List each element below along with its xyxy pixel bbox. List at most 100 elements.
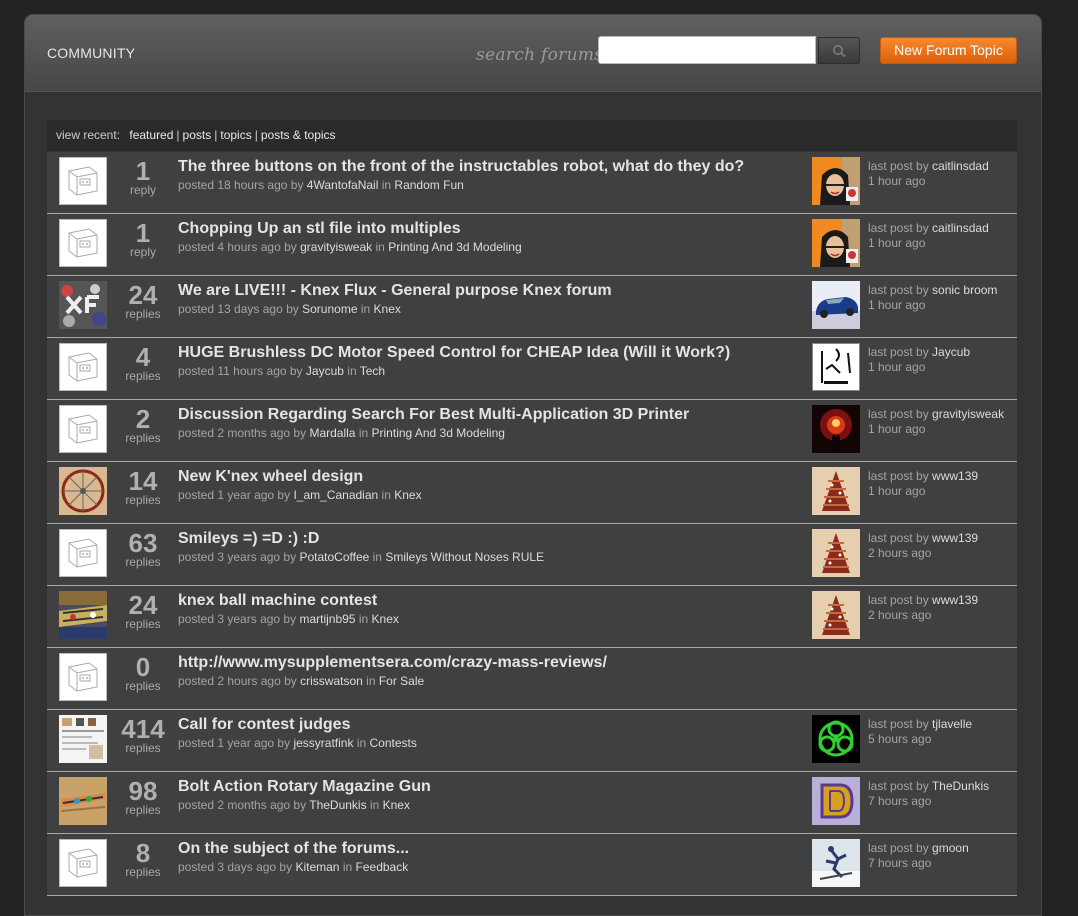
- topic-thumbnail[interactable]: [59, 777, 107, 825]
- ago-by-word: ago by: [266, 364, 303, 378]
- topic-thumbnail[interactable]: [59, 343, 107, 391]
- last-poster-avatar[interactable]: [812, 777, 860, 825]
- last-post-time: 1 hour ago: [868, 174, 926, 188]
- last-poster-avatar[interactable]: [812, 219, 860, 267]
- last-poster-link[interactable]: www139: [932, 593, 978, 607]
- topic-title-link[interactable]: On the subject of the forums...: [178, 840, 409, 858]
- last-poster-avatar[interactable]: [812, 839, 860, 887]
- category-link[interactable]: For Sale: [379, 674, 424, 688]
- author-link[interactable]: crisswatson: [300, 674, 363, 688]
- last-poster-avatar[interactable]: [812, 591, 860, 639]
- topic-thumbnail[interactable]: [59, 715, 107, 763]
- author-link[interactable]: Sorunome: [302, 302, 357, 316]
- author-link[interactable]: PotatoCoffee: [299, 550, 369, 564]
- last-post-by-label: last post by: [868, 159, 929, 173]
- last-post-info: last post by www139 2 hours ago: [868, 531, 978, 561]
- topic-thumbnail[interactable]: [59, 839, 107, 887]
- in-word: in: [375, 240, 385, 254]
- last-poster-link[interactable]: tjlavelle: [932, 717, 972, 731]
- last-poster-link[interactable]: Jaycub: [932, 345, 970, 359]
- topic-title-link[interactable]: The three buttons on the front of the in…: [178, 158, 744, 176]
- category-link[interactable]: Printing And 3d Modeling: [372, 426, 505, 440]
- ago-by-word: ago by: [256, 860, 293, 874]
- reply-count-unit: reply: [129, 183, 156, 197]
- last-post-by-label: last post by: [868, 531, 929, 545]
- filter-posts-and-topics[interactable]: posts & topics: [261, 128, 336, 142]
- author-link[interactable]: Kiteman: [295, 860, 339, 874]
- topic-rows: 1 reply The three buttons on the front o…: [47, 152, 1017, 896]
- topic-title-link[interactable]: Call for contest judges: [178, 716, 350, 734]
- topic-meta: posted 13 days ago by Sorunome in Knex: [178, 302, 401, 316]
- topic-title-link[interactable]: Discussion Regarding Search For Best Mul…: [178, 406, 689, 424]
- last-poster-avatar[interactable]: [812, 715, 860, 763]
- topic-title-link[interactable]: We are LIVE!!! - Knex Flux - General pur…: [178, 282, 612, 300]
- topic-title-link[interactable]: http://www.mysupplementsera.com/crazy-ma…: [178, 654, 607, 672]
- category-link[interactable]: Random Fun: [394, 178, 463, 192]
- reply-count-unit: replies: [125, 307, 161, 321]
- author-link[interactable]: I_am_Canadian: [293, 488, 378, 502]
- ago-by-word: ago by: [260, 674, 297, 688]
- topic-row: 414 replies Call for contest judges post…: [47, 710, 1017, 772]
- filter-topics[interactable]: topics: [220, 128, 251, 142]
- category-link[interactable]: Printing And 3d Modeling: [388, 240, 521, 254]
- last-poster-link[interactable]: sonic broom: [932, 283, 997, 297]
- new-forum-topic-button[interactable]: New Forum Topic: [880, 37, 1017, 64]
- reply-count-unit: replies: [125, 369, 161, 383]
- topic-thumbnail[interactable]: [59, 157, 107, 205]
- posted-word: posted: [178, 364, 215, 378]
- view-recent-bar: view recent: featured | posts | topics | posts…: [47, 120, 1017, 151]
- topic-thumbnail[interactable]: [59, 405, 107, 453]
- topic-thumbnail[interactable]: [59, 467, 107, 515]
- last-poster-avatar[interactable]: [812, 281, 860, 329]
- topic-thumbnail[interactable]: [59, 653, 107, 701]
- last-poster-avatar[interactable]: [812, 529, 860, 577]
- community-title[interactable]: COMMUNITY: [47, 45, 135, 61]
- author-link[interactable]: Jaycub: [306, 364, 344, 378]
- author-link[interactable]: 4WantofaNail: [307, 178, 379, 192]
- last-post-info: last post by www139 2 hours ago: [868, 593, 978, 623]
- last-poster-avatar[interactable]: [812, 157, 860, 205]
- posted-word: posted: [178, 612, 215, 626]
- last-poster-link[interactable]: www139: [932, 469, 978, 483]
- topic-thumbnail[interactable]: [59, 219, 107, 267]
- topic-thumbnail[interactable]: [59, 591, 107, 639]
- topic-title-link[interactable]: Smileys =) =D :) :D: [178, 530, 319, 548]
- author-link[interactable]: jessyratfink: [293, 736, 353, 750]
- filter-posts[interactable]: posts: [183, 128, 212, 142]
- author-link[interactable]: martijnb95: [299, 612, 355, 626]
- search-icon: [832, 44, 846, 58]
- category-link[interactable]: Tech: [360, 364, 385, 378]
- author-link[interactable]: gravityisweak: [300, 240, 372, 254]
- last-poster-link[interactable]: caitlinsdad: [932, 159, 989, 173]
- topic-thumbnail[interactable]: [59, 281, 107, 329]
- category-link[interactable]: Contests: [370, 736, 417, 750]
- last-poster-avatar[interactable]: [812, 467, 860, 515]
- last-poster-avatar[interactable]: [812, 343, 860, 391]
- last-poster-link[interactable]: TheDunkis: [932, 779, 989, 793]
- author-link[interactable]: Mardalla: [309, 426, 355, 440]
- last-poster-link[interactable]: gravityisweak: [932, 407, 1004, 421]
- last-poster-avatar[interactable]: [812, 405, 860, 453]
- last-poster-link[interactable]: gmoon: [932, 841, 969, 855]
- last-poster-link[interactable]: caitlinsdad: [932, 221, 989, 235]
- last-poster-link[interactable]: www139: [932, 531, 978, 545]
- category-link[interactable]: Knex: [372, 612, 399, 626]
- category-link[interactable]: Feedback: [356, 860, 409, 874]
- topic-thumbnail[interactable]: [59, 529, 107, 577]
- author-link[interactable]: TheDunkis: [309, 798, 366, 812]
- reply-count-number: 0: [135, 652, 151, 682]
- search-input[interactable]: [598, 36, 816, 64]
- category-link[interactable]: Knex: [374, 302, 401, 316]
- topic-title-link[interactable]: Chopping Up an stl file into multiples: [178, 220, 461, 238]
- topic-title-link[interactable]: HUGE Brushless DC Motor Speed Control fo…: [178, 344, 730, 362]
- topic-title-link[interactable]: New K'nex wheel design: [178, 468, 363, 486]
- topic-title-link[interactable]: knex ball machine contest: [178, 592, 377, 610]
- search-button[interactable]: [818, 37, 860, 64]
- category-link[interactable]: Knex: [394, 488, 421, 502]
- topic-row: 24 replies We are LIVE!!! - Knex Flux - …: [47, 276, 1017, 338]
- topic-title-link[interactable]: Bolt Action Rotary Magazine Gun: [178, 778, 431, 796]
- last-post-info: last post by tjlavelle 5 hours ago: [868, 717, 972, 747]
- category-link[interactable]: Knex: [383, 798, 410, 812]
- category-link[interactable]: Smileys Without Noses RULE: [385, 550, 544, 564]
- filter-featured[interactable]: featured: [129, 128, 173, 142]
